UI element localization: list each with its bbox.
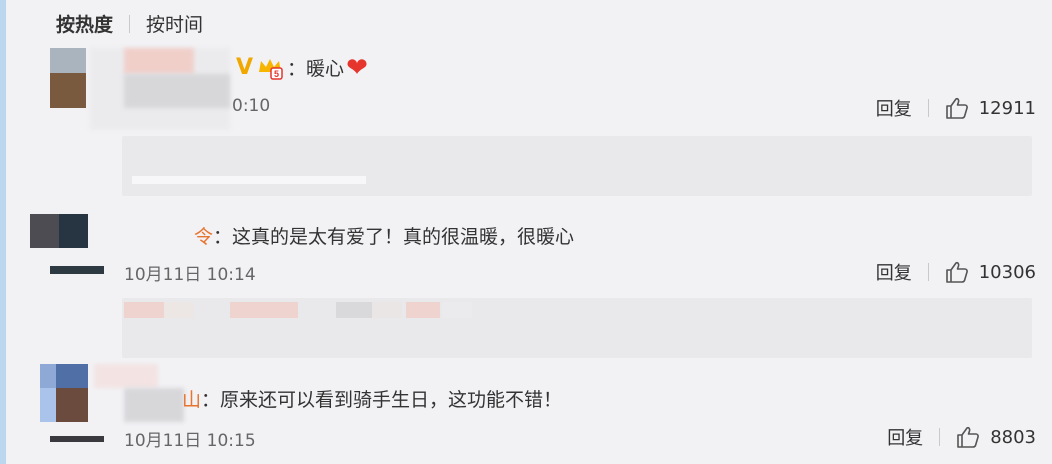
comment-timestamp: 0:10: [232, 96, 271, 116]
comment-actions: 回复 12911: [876, 95, 1036, 121]
thumbs-up-icon[interactable]: [945, 97, 969, 119]
comment-text: 这真的是太有爱了！真的很温暖，很暖心: [232, 226, 575, 248]
svg-text:5: 5: [274, 69, 279, 79]
action-divider: [927, 263, 929, 281]
reply-button[interactable]: 回复: [876, 95, 912, 121]
replies-preview[interactable]: [122, 136, 1032, 196]
username-redacted: [124, 74, 230, 108]
thumbs-up-icon[interactable]: [956, 426, 980, 448]
avatar-badge: [50, 436, 104, 442]
avatar[interactable]: [30, 214, 88, 248]
avatar[interactable]: [50, 48, 86, 108]
tab-sort-by-hot[interactable]: 按热度: [56, 10, 113, 37]
thumbs-up-icon[interactable]: [945, 261, 969, 283]
replies-preview[interactable]: [122, 298, 1032, 358]
username-redacted: [124, 388, 184, 422]
avatar[interactable]: [40, 364, 88, 422]
comment-text: 原来还可以看到骑手生日，这功能不错！: [220, 389, 563, 411]
avatar-badge: [50, 266, 104, 274]
comment-text: 暖心: [306, 58, 345, 80]
reply-button[interactable]: 回复: [887, 424, 923, 450]
username-redacted: [124, 48, 194, 74]
tab-divider: [129, 14, 131, 33]
like-count: 8803: [990, 426, 1036, 448]
action-divider: [927, 99, 929, 117]
comment-content: 山 ： 原来还可以看到骑手生日，这功能不错！: [182, 385, 562, 412]
action-divider: [939, 428, 941, 446]
reply-button[interactable]: 回复: [876, 259, 912, 285]
like-count: 10306: [978, 261, 1036, 283]
comment-actions: 回复 10306: [876, 259, 1036, 285]
like-count: 12911: [978, 97, 1036, 119]
comment-actions: 回复 8803: [887, 424, 1036, 450]
heart-icon: ❤: [346, 52, 368, 83]
comment-content: 令 ： 这真的是太有爱了！真的很温暖，很暖心: [194, 222, 574, 249]
comment-timestamp: 10月11日 10:14: [124, 265, 256, 285]
comment-timestamp: 10月11日 10:15: [124, 431, 256, 451]
comment-content: V 5 ： 暖心 ❤: [236, 52, 368, 83]
verified-v-icon: V: [236, 55, 254, 80]
username-redacted[interactable]: [94, 364, 158, 388]
username[interactable]: 山: [182, 385, 201, 412]
tab-sort-by-time[interactable]: 按时间: [146, 10, 203, 37]
username[interactable]: 令: [194, 222, 213, 249]
comment-panel: 按热度 按时间 V 5 ： 暖心 ❤ 0:10 回复 12911 令 ： 这真的…: [0, 0, 1052, 464]
sort-tabs: 按热度 按时间: [56, 10, 203, 37]
vip-crown-icon: 5: [257, 56, 283, 80]
